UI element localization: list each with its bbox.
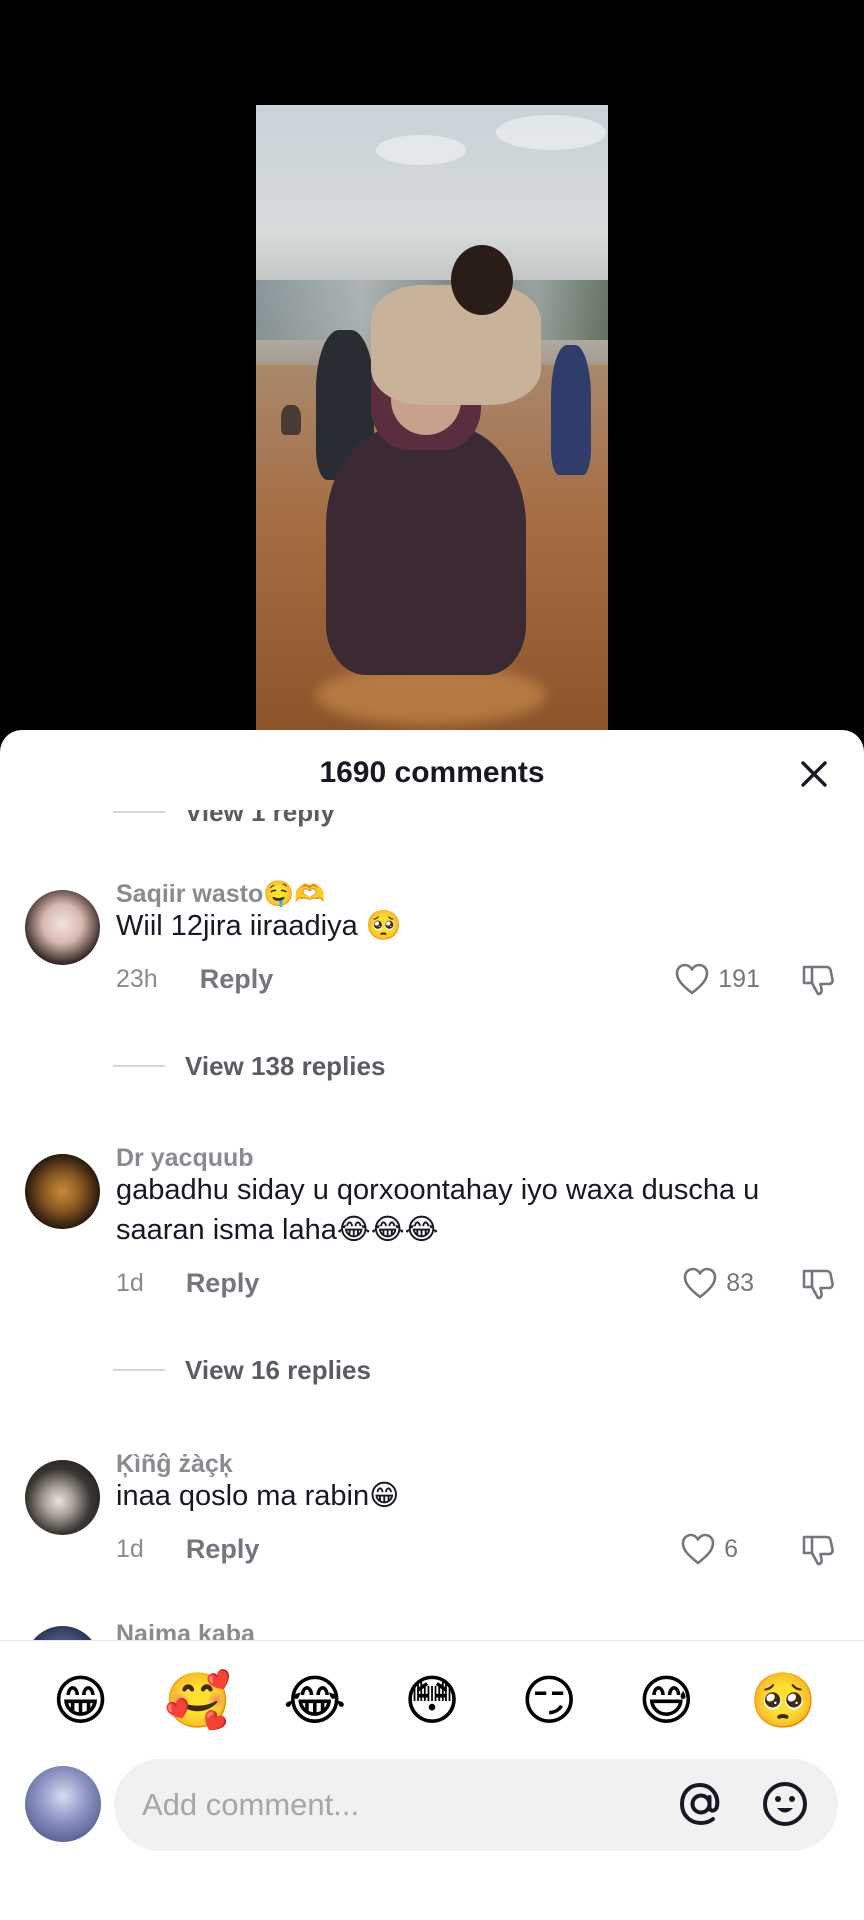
comment-meta: 1d Reply <box>116 1268 259 1299</box>
avatar[interactable] <box>25 1460 100 1535</box>
heart-outline-icon <box>681 1533 715 1565</box>
view-replies-button[interactable]: View 138 replies <box>113 1046 385 1086</box>
comment-text: Wiil 12jira iiraadiya 🥺 <box>116 910 402 942</box>
comment-username[interactable]: Dr yacquub <box>116 1144 254 1173</box>
my-avatar <box>25 1766 101 1842</box>
at-sign-icon <box>679 1782 720 1826</box>
add-comment-input[interactable]: Add comment... <box>114 1759 838 1851</box>
sheet-header: 1690 comments <box>0 730 864 822</box>
reply-button[interactable]: Reply <box>186 1534 260 1565</box>
quick-emoji-bar: 😁 🥰 😂 😳 😏 😅 🥺 <box>0 1669 864 1733</box>
close-icon <box>801 761 827 787</box>
comment-username[interactable]: Ķìñĝ żàçķ <box>116 1450 233 1479</box>
cloud-shape <box>496 115 606 150</box>
replies-divider-line <box>113 811 165 813</box>
comment-meta: 1d Reply <box>116 1534 259 1565</box>
mention-button[interactable] <box>674 1777 728 1836</box>
comments-list[interactable]: View 1 reply Saqiir wasto🤤🫶 Wiil 12jira … <box>0 810 864 1670</box>
boy-shirt <box>371 285 541 405</box>
heart-outline-icon <box>675 963 709 995</box>
view-replies-button[interactable]: View 16 replies <box>113 1350 371 1390</box>
comments-count-title: 1690 comments <box>319 756 545 789</box>
heart-outline-icon <box>683 1267 717 1299</box>
dislike-button[interactable] <box>800 1532 836 1573</box>
like-count: 83 <box>726 1268 754 1297</box>
video-frame <box>256 105 608 740</box>
like-button[interactable]: 83 <box>682 1266 754 1300</box>
add-comment-placeholder: Add comment... <box>142 1787 360 1822</box>
quick-emoji[interactable]: 😅 <box>626 1669 706 1733</box>
reply-button[interactable]: Reply <box>200 964 274 995</box>
quick-emoji[interactable]: 😁 <box>41 1669 121 1733</box>
comment-username[interactable]: Saqiir wasto🤤🫶 <box>116 880 326 909</box>
avatar[interactable] <box>25 890 100 965</box>
comment-composer-area: 😁 🥰 😂 😳 😏 😅 🥺 Add comment... <box>0 1640 864 1920</box>
view-replies-label: View 16 replies <box>185 1354 371 1385</box>
background-person <box>551 345 591 475</box>
reply-button[interactable]: Reply <box>186 1268 260 1299</box>
comment-meta: 23h Reply <box>116 964 273 995</box>
quick-emoji[interactable]: 🥰 <box>158 1669 238 1733</box>
like-count: 191 <box>718 964 760 993</box>
smiley-icon <box>763 1782 807 1826</box>
like-count: 6 <box>724 1534 738 1563</box>
dislike-button[interactable] <box>800 1266 836 1307</box>
comment-text: inaa qoslo ma rabin😁 <box>116 1480 400 1512</box>
replies-divider-line <box>113 1369 165 1371</box>
comment-text: gabadhu siday u qorxoontahay iyo waxa du… <box>116 1174 760 1246</box>
avatar[interactable] <box>25 1154 100 1229</box>
woman-figure <box>326 425 526 675</box>
quick-emoji[interactable]: 😏 <box>509 1669 589 1733</box>
video-player[interactable] <box>0 0 864 740</box>
comment-item: Ķìñĝ żàçķ inaa qoslo ma rabin😁 1d Reply … <box>0 1450 864 1600</box>
replies-divider-line <box>113 1065 165 1067</box>
comment-time: 1d <box>116 1535 144 1563</box>
cloud-shape <box>376 135 466 165</box>
view-replies-label: View 1 reply <box>185 810 335 827</box>
boy-head <box>451 245 513 315</box>
like-button[interactable]: 6 <box>680 1532 738 1566</box>
quick-emoji[interactable]: 😂 <box>275 1669 355 1733</box>
view-replies-label: View 138 replies <box>185 1050 386 1081</box>
comment-item: Saqiir wasto🤤🫶 Wiil 12jira iiraadiya 🥺 2… <box>0 880 864 1030</box>
like-button[interactable]: 191 <box>674 962 760 996</box>
comment-item: Dr yacquub gabadhu siday u qorxoontahay … <box>0 1144 864 1334</box>
thumbs-down-icon <box>802 965 834 996</box>
comment-time: 23h <box>116 965 158 993</box>
dislike-button[interactable] <box>800 962 836 1003</box>
thumbs-down-icon <box>802 1535 834 1566</box>
close-button[interactable] <box>788 748 840 800</box>
emoji-picker-button[interactable] <box>758 1777 812 1836</box>
background-person <box>281 405 301 435</box>
quick-emoji[interactable]: 😳 <box>392 1669 472 1733</box>
quick-emoji[interactable]: 🥺 <box>743 1669 823 1733</box>
thumbs-down-icon <box>802 1269 834 1300</box>
comment-time: 1d <box>116 1269 144 1297</box>
view-replies-button[interactable]: View 1 reply <box>113 810 335 832</box>
